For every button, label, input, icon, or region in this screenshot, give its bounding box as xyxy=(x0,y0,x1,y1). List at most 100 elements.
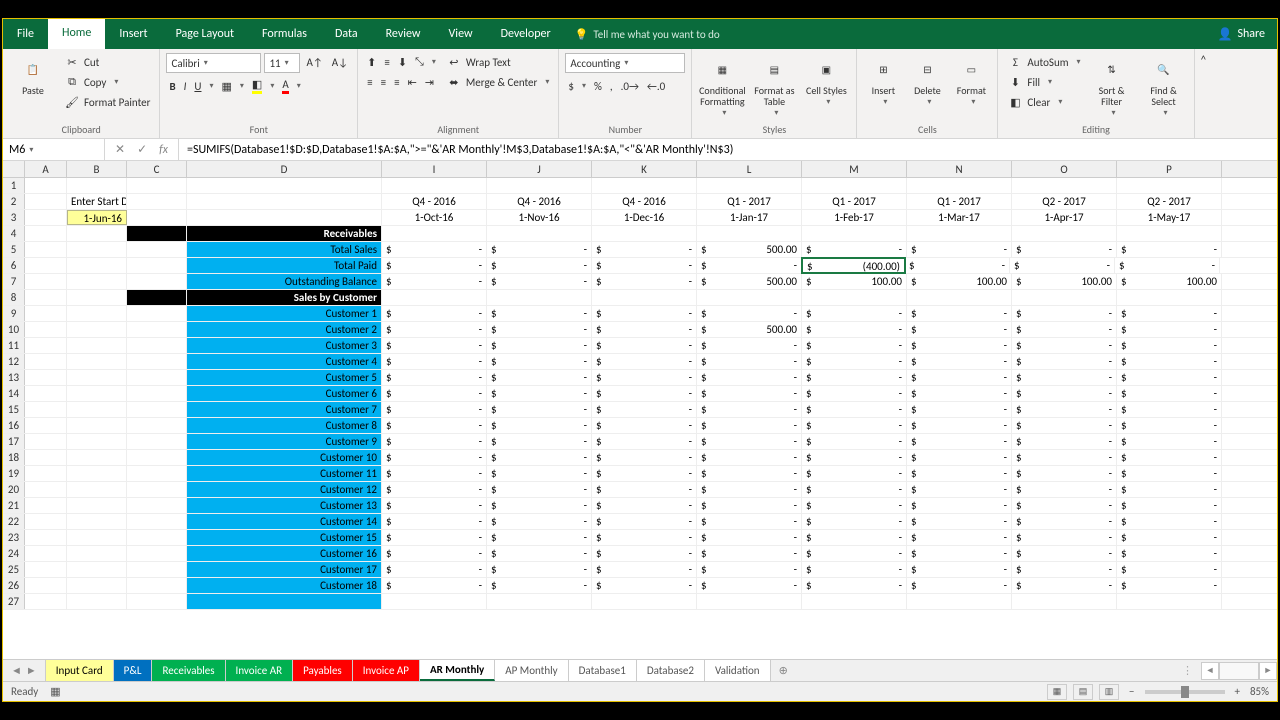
cell-I20[interactable]: $- xyxy=(382,482,487,497)
sheet-tab-invoice-ap[interactable]: Invoice AP xyxy=(353,660,420,681)
cell-O27[interactable] xyxy=(1012,594,1117,609)
cell-C5[interactable] xyxy=(127,242,187,257)
cell-B16[interactable] xyxy=(67,418,127,433)
cell-M8[interactable] xyxy=(802,290,907,305)
cell-B18[interactable] xyxy=(67,450,127,465)
zoom-level[interactable]: 85% xyxy=(1250,685,1269,698)
cell-styles-button[interactable]: ▣Cell Styles xyxy=(802,53,850,121)
cell-C4[interactable] xyxy=(127,226,187,241)
row-header-16[interactable]: 16 xyxy=(3,418,25,433)
cell-N4[interactable] xyxy=(907,226,1012,241)
cell-I16[interactable]: $- xyxy=(382,418,487,433)
cell-M7[interactable]: $100.00 xyxy=(802,274,907,289)
cell-P15[interactable]: $- xyxy=(1117,402,1222,417)
cell-M20[interactable]: $- xyxy=(802,482,907,497)
cell-C3[interactable] xyxy=(127,210,187,225)
align-top-button[interactable]: ⬆ xyxy=(364,53,379,71)
cell-L23[interactable]: $- xyxy=(697,530,802,545)
col-header-P[interactable]: P xyxy=(1117,161,1222,177)
cell-O15[interactable]: $- xyxy=(1012,402,1117,417)
cell-C18[interactable] xyxy=(127,450,187,465)
cell-C7[interactable] xyxy=(127,274,187,289)
cell-K10[interactable]: $- xyxy=(592,322,697,337)
cell-J13[interactable]: $- xyxy=(487,370,592,385)
cell-I5[interactable]: $- xyxy=(382,242,487,257)
cell-B9[interactable] xyxy=(67,306,127,321)
paste-button[interactable]: 📋 Paste xyxy=(9,53,57,121)
cell-N12[interactable]: $- xyxy=(907,354,1012,369)
cell-D7[interactable]: Outstanding Balance xyxy=(187,274,382,289)
cell-B21[interactable] xyxy=(67,498,127,513)
cell-A4[interactable] xyxy=(25,226,67,241)
cell-K2[interactable]: Q4 - 2016 xyxy=(592,194,697,209)
row-header-6[interactable]: 6 xyxy=(3,258,25,273)
cell-O10[interactable]: $- xyxy=(1012,322,1117,337)
cell-P25[interactable]: $- xyxy=(1117,562,1222,577)
cell-D17[interactable]: Customer 9 xyxy=(187,434,382,449)
cell-C13[interactable] xyxy=(127,370,187,385)
col-header-L[interactable]: L xyxy=(697,161,802,177)
cell-P24[interactable]: $- xyxy=(1117,546,1222,561)
cell-K20[interactable]: $- xyxy=(592,482,697,497)
cell-M15[interactable]: $- xyxy=(802,402,907,417)
cell-O26[interactable]: $- xyxy=(1012,578,1117,593)
cell-N24[interactable]: $- xyxy=(907,546,1012,561)
cell-I9[interactable]: $- xyxy=(382,306,487,321)
cell-N16[interactable]: $- xyxy=(907,418,1012,433)
row-header-9[interactable]: 9 xyxy=(3,306,25,321)
cell-A15[interactable] xyxy=(25,402,67,417)
tab-developer[interactable]: Developer xyxy=(487,19,565,49)
row-header-11[interactable]: 11 xyxy=(3,338,25,353)
conditional-formatting-button[interactable]: ▦Conditional Formatting xyxy=(698,53,746,121)
cell-O19[interactable]: $- xyxy=(1012,466,1117,481)
cell-A21[interactable] xyxy=(25,498,67,513)
cell-N9[interactable]: $- xyxy=(907,306,1012,321)
cell-I1[interactable] xyxy=(382,178,487,193)
cell-D20[interactable]: Customer 12 xyxy=(187,482,382,497)
cell-O12[interactable]: $- xyxy=(1012,354,1117,369)
row-header-23[interactable]: 23 xyxy=(3,530,25,545)
cell-A1[interactable] xyxy=(25,178,67,193)
cell-K15[interactable]: $- xyxy=(592,402,697,417)
cell-O21[interactable]: $- xyxy=(1012,498,1117,513)
cell-K22[interactable]: $- xyxy=(592,514,697,529)
cell-K13[interactable]: $- xyxy=(592,370,697,385)
cell-M18[interactable]: $- xyxy=(802,450,907,465)
format-button[interactable]: ▭Format xyxy=(951,53,991,121)
cell-C27[interactable] xyxy=(127,594,187,609)
cell-L12[interactable]: $- xyxy=(697,354,802,369)
cell-J7[interactable]: $- xyxy=(487,274,592,289)
cell-P12[interactable]: $- xyxy=(1117,354,1222,369)
cell-O1[interactable] xyxy=(1012,178,1117,193)
cell-K4[interactable] xyxy=(592,226,697,241)
cell-I25[interactable]: $- xyxy=(382,562,487,577)
cell-J5[interactable]: $- xyxy=(487,242,592,257)
tab-data[interactable]: Data xyxy=(321,19,372,49)
cell-M26[interactable]: $- xyxy=(802,578,907,593)
cell-C17[interactable] xyxy=(127,434,187,449)
wrap-text-button[interactable]: ↩Wrap Text xyxy=(443,53,553,71)
cell-A10[interactable] xyxy=(25,322,67,337)
decrease-decimal-button[interactable]: ←.0 xyxy=(644,77,668,95)
cell-N5[interactable]: $- xyxy=(907,242,1012,257)
increase-decimal-button[interactable]: .0→ xyxy=(618,77,642,95)
cell-I15[interactable]: $- xyxy=(382,402,487,417)
cell-K9[interactable]: $- xyxy=(592,306,697,321)
col-header-N[interactable]: N xyxy=(907,161,1012,177)
cell-C11[interactable] xyxy=(127,338,187,353)
merge-center-button[interactable]: ⬌Merge & Center xyxy=(443,73,553,91)
cell-A5[interactable] xyxy=(25,242,67,257)
cell-M19[interactable]: $- xyxy=(802,466,907,481)
cell-L21[interactable]: $- xyxy=(697,498,802,513)
sheet-tab-database1[interactable]: Database1 xyxy=(569,660,637,681)
cell-J24[interactable]: $- xyxy=(487,546,592,561)
cell-P11[interactable]: $- xyxy=(1117,338,1222,353)
cell-O18[interactable]: $- xyxy=(1012,450,1117,465)
cell-A12[interactable] xyxy=(25,354,67,369)
sort-filter-button[interactable]: ⇅Sort & Filter xyxy=(1088,53,1136,121)
bold-button[interactable]: B xyxy=(166,77,178,95)
cell-L5[interactable]: $500.00 xyxy=(697,242,802,257)
col-header-I[interactable]: I xyxy=(382,161,487,177)
cell-L3[interactable]: 1-Jan-17 xyxy=(697,210,802,225)
cell-C16[interactable] xyxy=(127,418,187,433)
